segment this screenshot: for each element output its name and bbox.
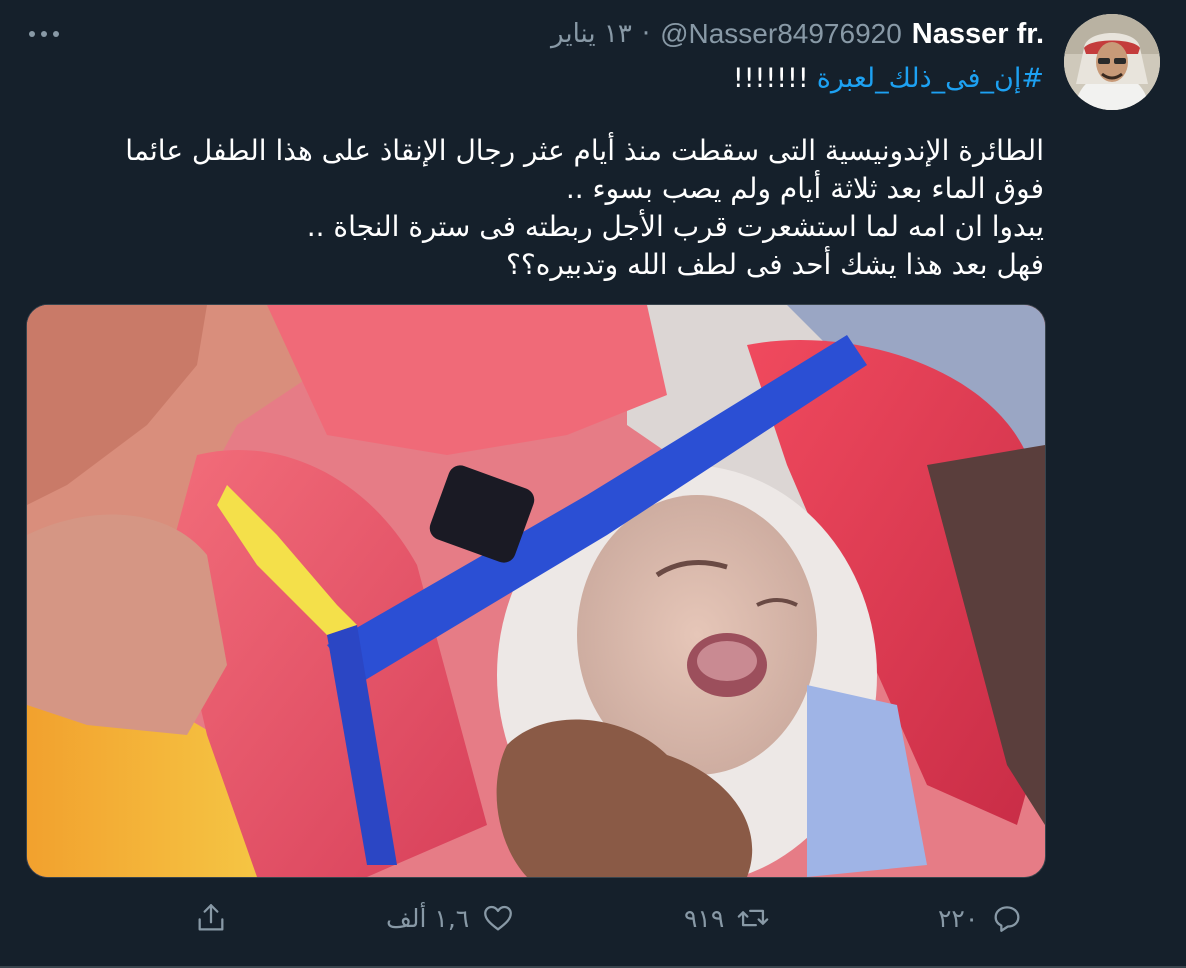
avatar-image — [1064, 14, 1160, 110]
heart-icon — [484, 905, 513, 931]
header-separator: · — [641, 19, 651, 49]
share-icon — [198, 904, 224, 931]
tweet-body: الطائرة الإندونيسية التى سقطت منذ أيام ع… — [34, 132, 1044, 284]
photo-baby-life-vest — [27, 305, 1045, 877]
retweet-count: ٩١٩ — [684, 903, 725, 933]
author-display-name[interactable]: Nasser fr. — [912, 18, 1044, 51]
reply-count: ٢٢٠ — [938, 903, 979, 933]
tweet-body-line: الطائرة الإندونيسية التى سقطت منذ أيام ع… — [125, 134, 1044, 167]
tweet[interactable]: Nasser fr. @Nasser84976920 · ١٣ يناير #إ… — [0, 0, 1186, 968]
hashtag-link[interactable]: #إن_فى_ذلك_لعبرة — [817, 63, 1044, 94]
like-button[interactable]: ١,٦ ألف — [386, 890, 515, 946]
tweet-header: Nasser fr. @Nasser84976920 · ١٣ يناير — [551, 14, 1044, 54]
retweet-icon — [737, 909, 769, 927]
share-button[interactable] — [194, 890, 228, 946]
hashtag-line: #إن_فى_ذلك_لعبرة !!!!!!! — [733, 58, 1044, 98]
tweet-date[interactable]: ١٣ يناير — [551, 19, 632, 49]
avatar[interactable] — [1064, 14, 1160, 110]
tweet-actions: ٢٢٠ ٩١٩ ١,٦ ألف — [0, 890, 1186, 946]
more-options-button[interactable] — [24, 18, 68, 50]
more-horizontal-icon — [29, 31, 59, 37]
reply-button[interactable]: ٢٢٠ — [938, 890, 1024, 946]
tweet-body-line: فوق الماء بعد ثلاثة أيام ولم يصب بسوء .. — [565, 172, 1044, 205]
tweet-photo[interactable] — [26, 304, 1046, 878]
author-handle[interactable]: @Nasser84976920 — [660, 18, 902, 50]
tweet-body-line: فهل بعد هذا يشك أحد فى لطف الله وتدبيره؟… — [506, 248, 1044, 281]
exclamation-text: !!!!!!! — [732, 62, 809, 94]
tweet-body-line: يبدوا ان امه لما استشعرت قرب الأجل ربطته… — [306, 210, 1044, 243]
reply-icon — [994, 906, 1020, 932]
like-count: ١,٦ ألف — [386, 903, 470, 933]
retweet-button[interactable]: ٩١٩ — [684, 890, 770, 946]
